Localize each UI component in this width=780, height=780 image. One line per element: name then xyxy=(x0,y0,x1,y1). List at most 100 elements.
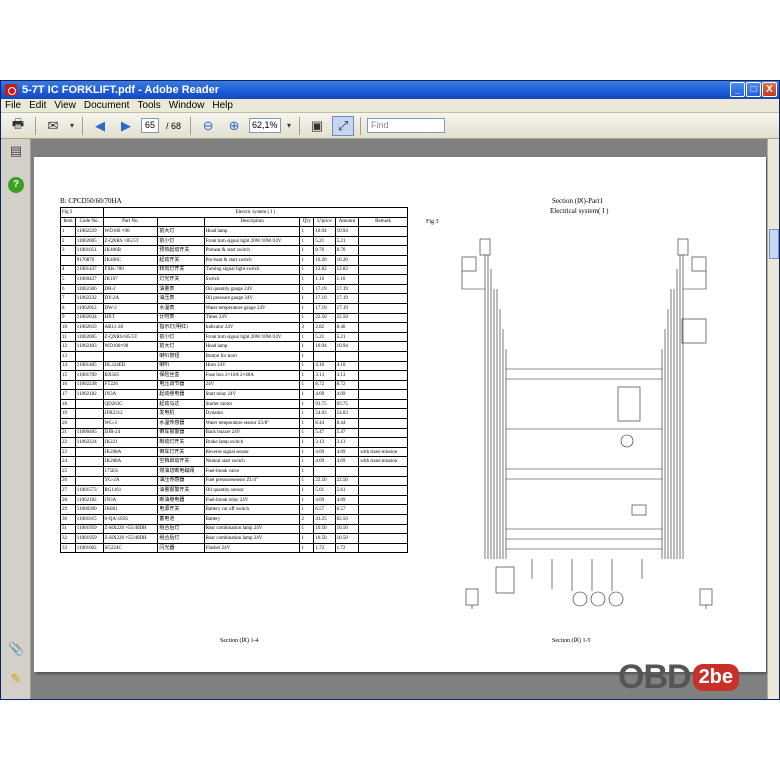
table-cell: 空档启动开关 xyxy=(157,456,205,468)
fit-page-icon[interactable]: ▣ xyxy=(306,116,328,136)
help-icon[interactable]: ? xyxy=(8,177,24,193)
table-cell: Back buzzer 24V xyxy=(203,427,301,439)
table-cell: 11002634 xyxy=(74,312,104,324)
table-cell: DY-2A xyxy=(102,293,159,304)
table-cell: 30 xyxy=(60,514,76,525)
menu-document[interactable]: Document xyxy=(84,100,130,111)
table-cell: 3.13 xyxy=(313,370,336,381)
zoom-in-icon[interactable]: ⊕ xyxy=(223,116,245,136)
table-row: 20 WG-2 水温传感器 Water temperature sensor Z3/8… xyxy=(60,418,408,429)
comments-icon[interactable]: ✎ xyxy=(8,671,24,687)
table-cell: 24 xyxy=(60,456,76,468)
pages-panel-icon[interactable]: ▤ xyxy=(8,143,24,159)
scrollbar-thumb[interactable] xyxy=(769,229,779,259)
zoom-dropdown-icon[interactable]: ▾ xyxy=(285,116,293,136)
table-row: 5 11000427 JK107 灯光开关 Switch 1 1.16 1.16 xyxy=(60,274,408,285)
table-cell: 8.72 xyxy=(313,379,336,391)
table-cell: 17.19 xyxy=(313,293,336,304)
table-cell xyxy=(313,466,336,477)
menu-help[interactable]: Help xyxy=(212,100,233,111)
zoom-out-icon[interactable]: ⊖ xyxy=(197,116,219,136)
document-view[interactable]: B: CPCD50/60/70HA Fig 2 Electric system … xyxy=(32,139,779,699)
table-cell: 4.69 xyxy=(313,389,336,400)
table-cell: 9170876 xyxy=(74,254,104,266)
table-row: 30 11001015 6-QA-105S 蓄电池 Battery 2 41.25 82.50 xyxy=(60,514,408,525)
figure-label: Fig 3 xyxy=(426,219,439,225)
table-cell: 6.57 xyxy=(313,504,336,515)
table-cell: WG-2 xyxy=(102,418,159,429)
battery-symbol xyxy=(495,566,515,594)
table-cell: 22.50 xyxy=(334,475,360,487)
table-cell xyxy=(74,408,104,420)
table-cell: 转向灯开关 xyxy=(157,264,205,276)
table-cell: 18 xyxy=(60,398,76,410)
table-cell: 1 xyxy=(299,504,315,515)
table-cell: 1 xyxy=(299,379,315,391)
pdf-page: B: CPCD50/60/70HA Fig 2 Electric system … xyxy=(34,157,766,672)
table-cell: 10.50 xyxy=(334,533,360,544)
table-cell xyxy=(358,370,408,381)
table-cell: Battery xyxy=(203,514,301,525)
menu-window[interactable]: Window xyxy=(169,100,205,111)
table-cell xyxy=(358,331,408,343)
table-cell: Horn 24V xyxy=(203,360,301,372)
navigation-pane: ▤ ? 📎 ✎ xyxy=(1,139,31,699)
table-row: 14 11001405 DL224ED 喇叭 Horn 24V 1 4.10 4.10 xyxy=(60,360,408,372)
table-row: 27 11001573 RG1161 油量报警开关 Oil quantity senso… xyxy=(60,485,408,496)
table-cell: 6.57 xyxy=(334,504,360,515)
table-row: 26 YG-2A 油压传感器 Fuel pressuresensor Z1/4" 1 22… xyxy=(60,475,408,487)
menu-file[interactable]: File xyxy=(5,100,21,111)
column-header: U'price xyxy=(313,216,336,228)
vertical-scrollbar[interactable] xyxy=(767,139,779,699)
table-cell: 33 xyxy=(60,542,76,554)
table-cell: JN3A xyxy=(102,494,159,506)
left-turn-lamp-symbol xyxy=(461,256,477,272)
table-cell: 1.72 xyxy=(334,542,360,554)
table-cell: Z-HX220 ×55/40DH xyxy=(102,523,159,535)
next-page-icon[interactable]: ▶ xyxy=(115,116,137,136)
table-cell: FXK-700 xyxy=(102,264,159,276)
table-cell xyxy=(358,226,408,237)
zoom-level-input[interactable]: 62,1% xyxy=(249,118,282,133)
title-bar[interactable]: 5-7T IC FORKLIFT.pdf - Adobe Reader _ □ … xyxy=(1,81,779,99)
maximize-button[interactable]: □ xyxy=(746,82,761,97)
table-cell: 8.72 xyxy=(334,379,360,391)
menu-edit[interactable]: Edit xyxy=(29,100,46,111)
fuse-box-symbol xyxy=(617,386,641,422)
table-cell: 11000405 xyxy=(74,427,104,439)
table-cell: 10.94 xyxy=(313,226,336,237)
table-cell: 11001437 xyxy=(74,264,104,276)
page-number-input[interactable]: 65 xyxy=(141,118,159,133)
table-cell: 水温表 xyxy=(157,302,205,314)
table-cell: 水温传感器 xyxy=(157,418,205,429)
table-cell: Rear combination lamp 24V xyxy=(203,533,301,544)
table-cell: 41.25 xyxy=(313,514,336,525)
table-row: 4 11001437 FXK-700 转向灯开关 Turning signal ligh… xyxy=(60,264,408,276)
dropdown-arrow-icon[interactable]: ▾ xyxy=(68,116,76,136)
gauge-panel-symbol xyxy=(681,318,707,344)
table-cell: JK208A xyxy=(102,456,159,468)
table-cell: 12.82 xyxy=(334,264,360,276)
table-cell: 27 xyxy=(60,485,76,496)
close-button[interactable]: X xyxy=(762,82,777,97)
minimize-button[interactable]: _ xyxy=(730,82,745,97)
table-row: 9 11002634 HXT 计时表 Timer 24V 1 22.50 22.50 xyxy=(60,312,408,324)
system-caption: Electric system ( I ) xyxy=(102,207,409,218)
find-input[interactable]: Find xyxy=(367,118,446,133)
attachments-icon[interactable]: 📎 xyxy=(8,641,24,657)
table-cell: 5.61 xyxy=(334,485,360,496)
table-cell: QD263C xyxy=(102,398,159,410)
table-cell: 8.44 xyxy=(313,418,336,429)
previous-page-icon[interactable]: ◀ xyxy=(89,116,111,136)
email-icon[interactable]: ✉ xyxy=(42,116,64,136)
table-cell: 计时表 xyxy=(157,312,205,324)
print-icon[interactable]: 🖶 xyxy=(7,116,29,136)
menu-view[interactable]: View xyxy=(54,100,76,111)
fit-width-icon[interactable]: ⤢ xyxy=(332,115,355,136)
table-cell: 1 xyxy=(299,331,315,343)
table-cell: 11002005 xyxy=(74,331,104,343)
table-cell: 11002229 xyxy=(74,226,104,237)
menu-tools[interactable]: Tools xyxy=(137,100,160,111)
table-cell: 3.13 xyxy=(334,370,360,381)
table-cell: 蓄电池 xyxy=(157,514,205,525)
